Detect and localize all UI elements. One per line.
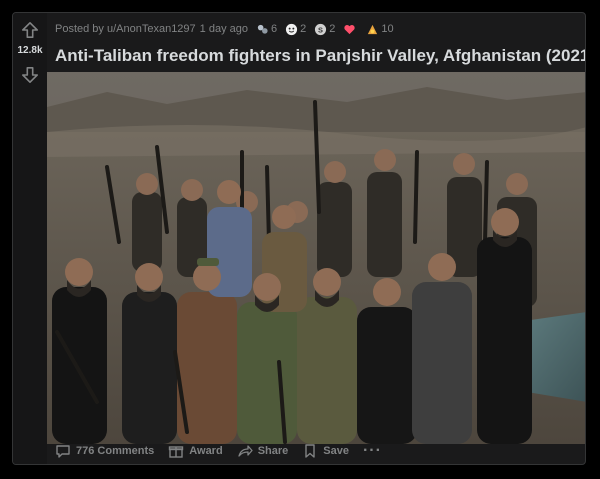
helpful-award-icon [257, 24, 268, 34]
award-heart[interactable] [343, 23, 358, 36]
comments-button[interactable]: 776 Comments [55, 443, 154, 459]
gift-icon [169, 446, 184, 458]
comment-icon [56, 445, 70, 458]
silver-award-icon: S [315, 23, 327, 35]
wholesome-award-icon [286, 23, 298, 35]
award-wholesome[interactable]: 2 [285, 23, 306, 36]
award-count: 2 [300, 23, 307, 35]
share-label: Share [257, 445, 289, 457]
post-time[interactable]: 1 day ago [200, 23, 248, 35]
upvote-arrow-icon [21, 21, 39, 39]
award-count: 2 [329, 23, 336, 35]
upvote-button[interactable] [20, 20, 40, 40]
award-gold[interactable]: 10 [366, 23, 394, 36]
post-meta: Posted by u/AnonTexan1297 1 day ago 6 2 … [55, 21, 394, 37]
share-button[interactable]: Share [237, 443, 289, 459]
post-photo [47, 72, 585, 444]
award-count: 10 [381, 23, 394, 35]
award-button[interactable]: Award [168, 443, 223, 459]
award-count: 6 [271, 23, 278, 35]
award-helpful[interactable]: 6 [256, 23, 277, 36]
vote-score: 12.8k [17, 45, 43, 56]
award-silver[interactable]: S 2 [314, 23, 335, 36]
svg-text:S: S [318, 25, 323, 34]
more-options-button[interactable]: ··· [363, 442, 382, 460]
bookmark-icon [305, 444, 315, 458]
save-button[interactable]: Save [302, 443, 349, 459]
downvote-arrow-icon [21, 66, 39, 84]
vote-column: 12.8k [13, 13, 47, 464]
post-actions: 776 Comments Award Share Save ··· [55, 442, 382, 460]
save-label: Save [323, 445, 349, 457]
heart-award-icon [344, 24, 356, 34]
posted-by-link[interactable]: Posted by u/AnonTexan1297 [55, 23, 196, 35]
post-title[interactable]: Anti-Taliban freedom fighters in Panjshi… [55, 45, 585, 67]
gold-award-icon [368, 24, 378, 34]
downvote-button[interactable] [20, 65, 40, 85]
comments-label: 776 Comments [76, 445, 155, 457]
more-options-icon: ··· [362, 442, 382, 459]
post-image[interactable] [47, 72, 585, 444]
post-card[interactable]: 12.8k Posted by u/AnonTexan1297 1 day ag… [12, 12, 586, 465]
award-label: Award [189, 445, 223, 457]
share-icon [238, 445, 253, 457]
